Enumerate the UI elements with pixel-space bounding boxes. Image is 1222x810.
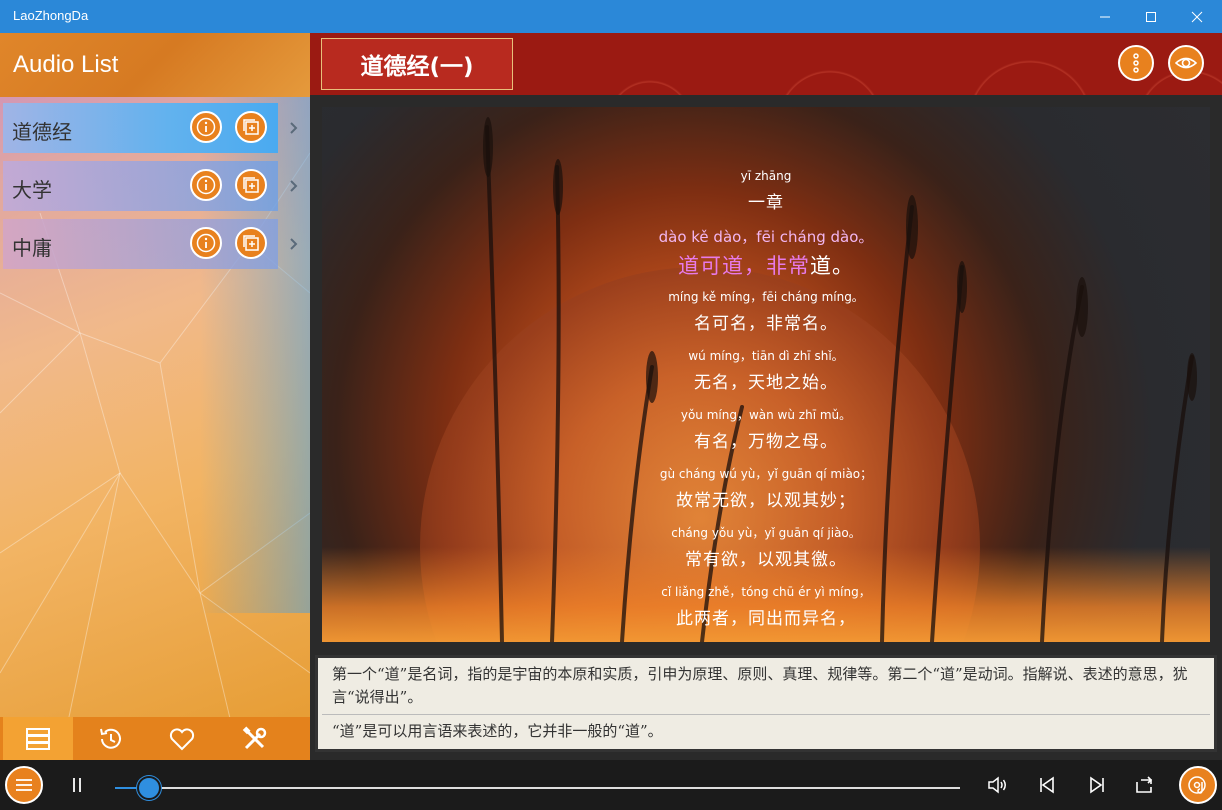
previous-track-button[interactable] xyxy=(1034,772,1060,798)
volume-button[interactable] xyxy=(984,772,1010,798)
tab-settings[interactable] xyxy=(220,717,290,760)
volume-icon xyxy=(988,776,1006,794)
verse-pinyin: míng kě míng，fēi cháng míng。 xyxy=(668,290,864,304)
verse-hanzi: 道可道，非常道。 xyxy=(322,248,1210,288)
minimize-button[interactable] xyxy=(1082,0,1128,33)
sidebar: Audio List 道德经 大学 中庸 xyxy=(0,33,310,760)
window-titlebar: LaoZhongDa xyxy=(0,0,1222,33)
tab-favorites[interactable] xyxy=(147,717,217,760)
verse-pinyin: gù cháng wú yù，yǐ guān qí miào； xyxy=(659,467,873,481)
add-to-playlist-icon xyxy=(243,119,259,135)
audio-list-item-daxue[interactable]: 大学 xyxy=(3,161,278,211)
chevron-right-icon[interactable] xyxy=(287,121,301,135)
add-to-playlist-button[interactable] xyxy=(235,227,267,259)
chapter-title: 道德经(一) xyxy=(360,54,474,80)
history-icon xyxy=(100,728,121,749)
tab-audio-list[interactable] xyxy=(3,717,73,760)
pause-icon xyxy=(73,778,81,792)
pause-button[interactable] xyxy=(64,772,90,798)
verse-pinyin: cǐ liǎng zhě，tóng chū ér yì míng， xyxy=(661,585,871,599)
repeat-icon xyxy=(1136,776,1153,793)
audio-list-item-zhongyong[interactable]: 中庸 xyxy=(3,219,278,269)
info-icon xyxy=(196,233,216,253)
annotation-divider xyxy=(322,714,1210,715)
verse-hanzi: 无名，天地之始。 xyxy=(694,373,838,393)
annotation-translation: “道”是可以用言语来表述的，它并非一般的“道”。 xyxy=(332,722,663,740)
chevron-right-icon[interactable] xyxy=(287,237,301,251)
menu-button[interactable] xyxy=(5,766,43,804)
verse-line[interactable]: cǐ liǎng zhě，tóng chū ér yì míng， 此两者，同出… xyxy=(322,583,1210,642)
skip-next-icon xyxy=(1090,776,1104,794)
skip-previous-icon xyxy=(1040,776,1054,794)
info-icon xyxy=(196,175,216,195)
repeat-mode-button[interactable] xyxy=(1132,772,1158,798)
verse-line[interactable]: wú míng，tiān dì zhī shǐ。 无名，天地之始。 xyxy=(322,347,1210,406)
more-options-button[interactable] xyxy=(1118,45,1154,81)
verse-pinyin: cháng yǒu yù，yǐ guān qí jiào。 xyxy=(671,526,861,540)
maximize-button[interactable] xyxy=(1128,0,1174,33)
list-icon xyxy=(26,727,50,750)
info-button[interactable] xyxy=(190,169,222,201)
verse-line-current[interactable]: dào kě dào，fēi cháng dào。 道可道，非常道。 xyxy=(322,226,1210,288)
progress-thumb[interactable] xyxy=(136,776,161,800)
info-button[interactable] xyxy=(190,111,222,143)
add-to-playlist-button[interactable] xyxy=(235,111,267,143)
verse-hanzi: 常有欲，以观其徼。 xyxy=(685,550,847,570)
view-toggle-button[interactable] xyxy=(1168,45,1204,81)
progress-slider[interactable] xyxy=(115,787,960,789)
add-to-playlist-button[interactable] xyxy=(235,169,267,201)
sidebar-tab-bar xyxy=(0,717,310,760)
info-button[interactable] xyxy=(190,227,222,259)
next-track-button[interactable] xyxy=(1084,772,1110,798)
lyrics-panel: yī zhāng 一章 dào kě dào，fēi cháng dào。 道可… xyxy=(322,107,1210,642)
verse-hanzi: 此两者，同出而异名， xyxy=(676,609,856,629)
verse-hanzi: 一章 xyxy=(748,193,784,213)
chapter-title-box: 道德经(一) xyxy=(321,38,513,90)
verse-line[interactable]: yǒu míng，wàn wù zhī mǔ。 有名，万物之母。 xyxy=(322,406,1210,465)
hamburger-icon xyxy=(16,779,32,791)
main-content: 道德经(一) yī zhāng 一章 dào kě dào，fēi cháng … xyxy=(310,33,1222,760)
verse-hanzi: 名可名，非常名。 xyxy=(694,314,838,334)
verse-hanzi: 故常无欲，以观其妙； xyxy=(676,491,856,511)
verse-hanzi-highlighted: 道可道，非常 xyxy=(678,254,810,278)
audio-list-item-label: 大学 xyxy=(12,178,52,202)
maximize-icon xyxy=(1146,11,1156,22)
info-icon xyxy=(196,117,216,137)
music-disc-icon xyxy=(1188,776,1206,794)
more-vertical-icon xyxy=(1133,53,1139,73)
close-button[interactable] xyxy=(1174,0,1220,33)
annotation-box: 第一个“道”是名词，指的是宇宙的本原和实质，引申为原理、原则、真理、规律等。第二… xyxy=(315,655,1217,752)
player-bar xyxy=(0,760,1222,810)
verse-line[interactable]: míng kě míng，fēi cháng míng。 名可名，非常名。 xyxy=(322,288,1210,347)
add-to-playlist-icon xyxy=(243,177,259,193)
verse-pinyin: dào kě dào，fēi cháng dào。 xyxy=(658,228,874,246)
add-to-playlist-icon xyxy=(243,235,259,251)
sidebar-title: Audio List xyxy=(13,51,119,78)
audio-list-item-label: 中庸 xyxy=(12,236,52,260)
audio-list-item-daodejing[interactable]: 道德经 xyxy=(3,103,278,153)
now-playing-button[interactable] xyxy=(1179,766,1217,804)
heart-icon xyxy=(169,727,195,750)
close-icon xyxy=(1191,11,1203,22)
verse-line[interactable]: gù cháng wú yù，yǐ guān qí miào； 故常无欲，以观其… xyxy=(322,465,1210,524)
verse-pinyin: wú míng，tiān dì zhī shǐ。 xyxy=(688,349,844,363)
verse-list: yī zhāng 一章 dào kě dào，fēi cháng dào。 道可… xyxy=(322,167,1210,642)
app-title: LaoZhongDa xyxy=(13,8,89,23)
verse-line: yī zhāng 一章 xyxy=(322,167,1210,226)
verse-hanzi-rest: 道。 xyxy=(810,254,854,278)
audio-list-item-label: 道德经 xyxy=(12,120,72,144)
tab-history[interactable] xyxy=(75,717,145,760)
verse-hanzi: 有名，万物之母。 xyxy=(694,432,838,452)
annotation-explanation: 第一个“道”是名词，指的是宇宙的本原和实质，引申为原理、原则、真理、规律等。第二… xyxy=(332,665,1188,706)
verse-pinyin: yī zhāng xyxy=(740,169,792,183)
tools-icon xyxy=(242,725,267,749)
main-header: 道德经(一) xyxy=(310,33,1222,95)
chevron-right-icon[interactable] xyxy=(287,179,301,193)
verse-line[interactable]: cháng yǒu yù，yǐ guān qí jiào。 常有欲，以观其徼。 xyxy=(322,524,1210,583)
minimize-icon xyxy=(1100,16,1110,17)
verse-pinyin: yǒu míng，wàn wù zhī mǔ。 xyxy=(680,408,852,422)
sidebar-header: Audio List xyxy=(0,33,310,97)
eye-icon xyxy=(1175,57,1197,69)
